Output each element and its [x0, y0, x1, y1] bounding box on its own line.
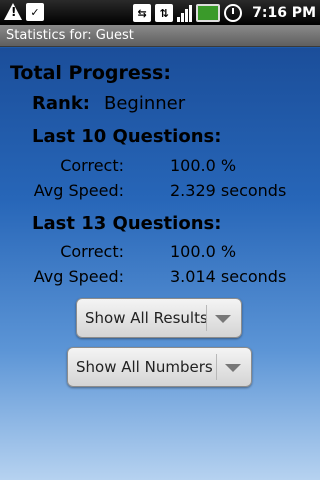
window-title: Statistics for: Guest — [0, 25, 320, 47]
status-right-icons: ⇆ ⇅ 7:16 PM — [133, 2, 316, 24]
alarm-icon — [224, 4, 243, 22]
correct-label: Correct: — [60, 242, 124, 261]
avg-speed-value: 3.014 seconds — [170, 267, 287, 286]
chevron-down-icon — [215, 315, 231, 323]
avg-speed-label: Avg Speed: — [33, 267, 124, 286]
usb-icon: ⇆ — [133, 4, 152, 22]
notification-icon: ✓ — [26, 3, 44, 21]
statistics-panel: Total Progress: Rank: Beginner Last 10 Qu… — [0, 48, 320, 480]
dropdown-divider — [216, 354, 217, 380]
results-filter-label: Show All Results — [85, 309, 208, 327]
sync-icon: ⇅ — [155, 4, 174, 22]
numbers-filter-dropdown[interactable]: Show All Numbers — [67, 347, 252, 387]
rank-label: Rank: — [32, 93, 90, 114]
status-left-icons: ✓ — [4, 3, 44, 23]
battery-icon — [196, 4, 221, 22]
status-time: 7:16 PM — [252, 5, 316, 21]
numbers-filter-label: Show All Numbers — [76, 358, 213, 376]
correct-value: 100.0 % — [170, 242, 237, 261]
total-progress-heading: Total Progress: — [10, 62, 171, 84]
section-title-last-13: Last 13 Questions: — [32, 213, 222, 234]
results-filter-dropdown[interactable]: Show All Results — [76, 298, 242, 338]
correct-label: Correct: — [60, 156, 124, 175]
warning-icon — [4, 3, 22, 20]
avg-speed-value: 2.329 seconds — [170, 181, 287, 200]
status-bar: ✓ ⇆ ⇅ 7:16 PM — [0, 0, 320, 25]
signal-icon — [177, 4, 193, 22]
rank-row: Rank: Beginner — [32, 93, 185, 114]
avg-speed-label: Avg Speed: — [33, 181, 124, 200]
rank-value: Beginner — [104, 93, 186, 114]
correct-value: 100.0 % — [170, 156, 237, 175]
dropdown-divider — [206, 305, 207, 331]
chevron-down-icon — [225, 364, 241, 372]
section-title-last-10: Last 10 Questions: — [32, 126, 222, 147]
